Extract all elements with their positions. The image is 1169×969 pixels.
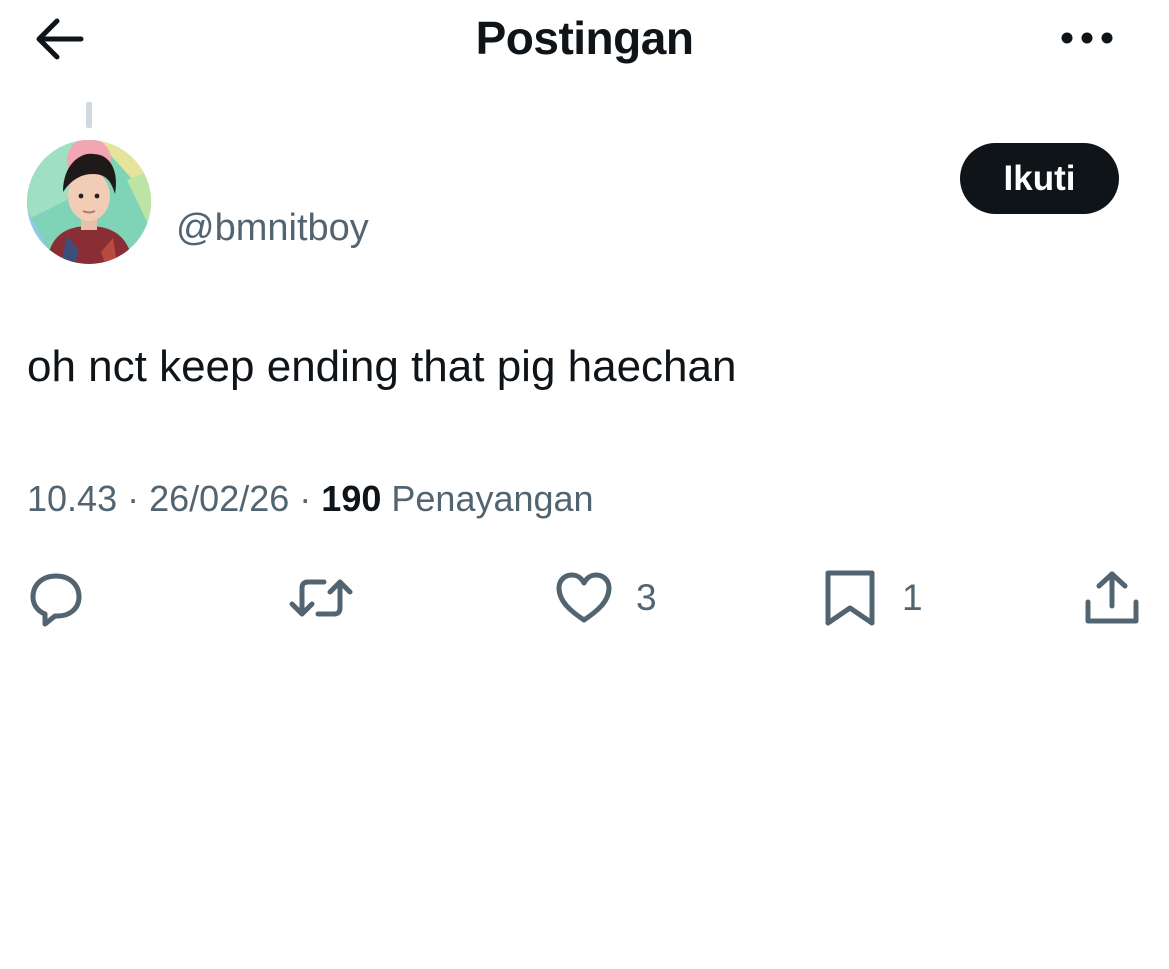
action-bar: 3 1	[0, 565, 1169, 631]
more-button[interactable]	[1052, 18, 1122, 58]
repost-icon	[286, 566, 356, 630]
views-count: 190	[321, 478, 382, 519]
like-count: 3	[636, 577, 657, 618]
post-date[interactable]: 26/02/26	[149, 478, 289, 519]
more-horizontal-icon	[1057, 30, 1117, 46]
top-bar: Postingan	[0, 0, 1169, 80]
share-icon	[1080, 566, 1144, 630]
heart-icon	[552, 566, 616, 630]
share-button[interactable]	[1080, 565, 1144, 631]
follow-button[interactable]: Ikuti	[960, 143, 1119, 214]
post-time[interactable]: 10.43	[27, 478, 117, 519]
reply-button[interactable]	[24, 565, 88, 631]
reply-icon	[24, 566, 88, 630]
page-title: Postingan	[475, 12, 694, 64]
author-handle[interactable]: @bmnitboy	[176, 205, 369, 251]
like-button[interactable]: 3	[552, 565, 657, 631]
bookmark-icon	[818, 566, 882, 630]
thread-connector	[86, 102, 92, 128]
views-label: Penayangan	[391, 478, 594, 519]
avatar[interactable]	[27, 140, 151, 264]
bookmark-count: 1	[902, 577, 923, 618]
post-text: oh nct keep ending that pig haechan	[27, 342, 737, 391]
post-meta: 10.43 · 26/02/26 · 190 Penayangan	[27, 476, 594, 522]
repost-button[interactable]	[286, 565, 356, 631]
meta-separator: ·	[127, 478, 140, 519]
meta-separator: ·	[299, 478, 312, 519]
bookmark-button[interactable]: 1	[818, 565, 923, 631]
